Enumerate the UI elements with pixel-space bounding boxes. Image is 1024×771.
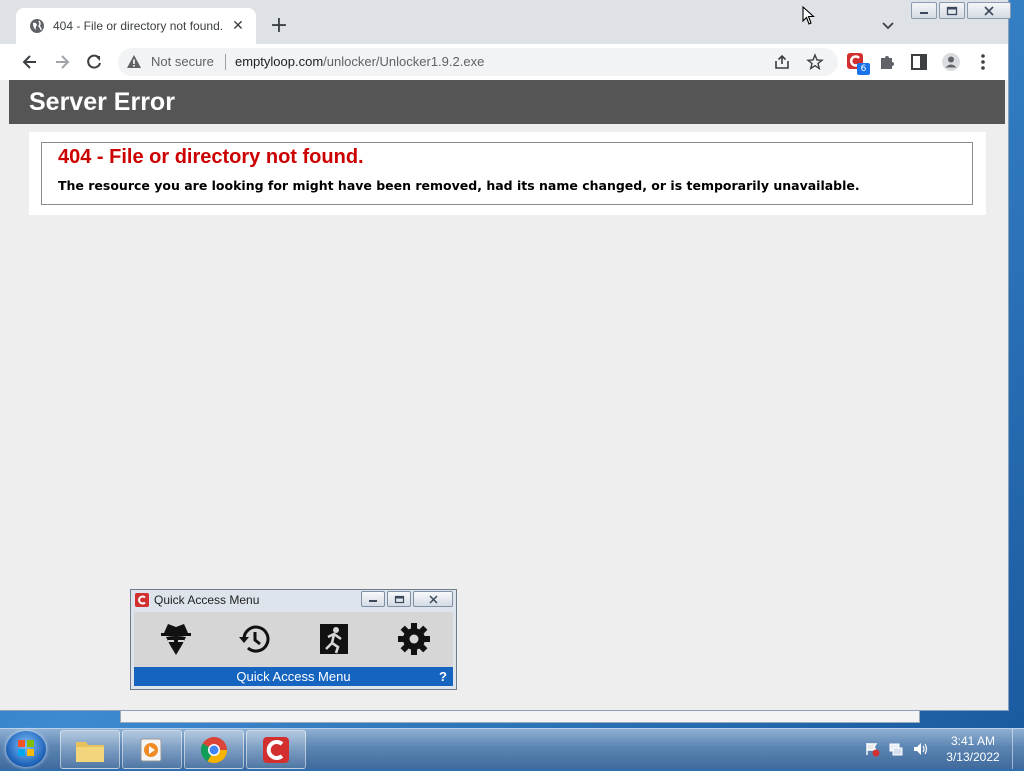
quick-access-title: Quick Access Menu bbox=[154, 593, 260, 607]
quick-access-toolbar bbox=[134, 612, 453, 667]
url-host: emptyloop.com bbox=[235, 54, 324, 69]
tab-close-icon[interactable]: ✕ bbox=[230, 18, 246, 34]
extension-count-badge: 6 bbox=[857, 63, 870, 75]
incognito-icon[interactable] bbox=[156, 621, 196, 657]
restore-icon bbox=[394, 595, 404, 603]
quick-access-footer: Quick Access Menu ? bbox=[134, 667, 453, 686]
forward-button[interactable] bbox=[50, 50, 74, 74]
help-button[interactable]: ? bbox=[439, 667, 447, 686]
address-bar[interactable]: Not secure emptyloop.com/unlocker/Unlock… bbox=[118, 48, 838, 76]
mouse-cursor-icon bbox=[802, 6, 815, 25]
qam-close-button[interactable] bbox=[413, 591, 453, 607]
clock-time: 3:41 AM bbox=[950, 734, 996, 748]
back-button[interactable] bbox=[18, 50, 42, 74]
minimize-icon bbox=[920, 11, 928, 14]
file-explorer-icon bbox=[76, 741, 104, 762]
divider bbox=[225, 54, 226, 70]
start-button[interactable] bbox=[6, 731, 46, 767]
error-box: 404 - File or directory not found. The r… bbox=[41, 142, 973, 205]
close-icon bbox=[428, 594, 438, 604]
page-title: Server Error bbox=[29, 88, 175, 116]
tab-strip: 404 - File or directory not found. ✕ + bbox=[0, 0, 1011, 44]
action-center-icon[interactable] bbox=[864, 741, 880, 757]
ccleaner-logo-icon bbox=[135, 593, 149, 607]
header-bar: Server Error bbox=[9, 80, 1005, 124]
settings-icon[interactable] bbox=[394, 621, 434, 657]
profile-avatar-icon[interactable] bbox=[941, 52, 961, 72]
close-icon bbox=[984, 5, 994, 16]
show-desktop-button[interactable] bbox=[1012, 729, 1024, 769]
error-panel: 404 - File or directory not found. The r… bbox=[29, 132, 986, 215]
url-path: /unlocker/Unlocker1.9.2.exe bbox=[323, 54, 485, 69]
qam-minimize-button[interactable] bbox=[361, 591, 385, 607]
quick-access-controls bbox=[361, 591, 455, 607]
restore-icon bbox=[946, 6, 958, 15]
chrome-icon bbox=[200, 736, 228, 763]
qam-maximize-button[interactable] bbox=[387, 591, 411, 607]
reload-icon bbox=[87, 54, 101, 69]
quick-access-window: Quick Access Menu Quick Access Menu ? bbox=[130, 589, 457, 690]
taskbar-explorer-button[interactable] bbox=[60, 730, 120, 769]
arrow-left-icon bbox=[22, 55, 36, 69]
bookmark-star-icon[interactable] bbox=[806, 53, 824, 71]
ccleaner-icon bbox=[263, 736, 289, 763]
reload-button[interactable] bbox=[82, 50, 106, 74]
network-icon[interactable] bbox=[888, 741, 904, 757]
chevron-down-icon[interactable] bbox=[878, 16, 898, 36]
taskbar-clock[interactable]: 3:41 AM 3/13/2022 bbox=[940, 733, 1006, 765]
maximize-button[interactable] bbox=[939, 2, 965, 19]
arrow-right-icon bbox=[56, 55, 70, 69]
quick-access-footer-label: Quick Access Menu bbox=[236, 669, 351, 684]
quick-access-titlebar[interactable]: Quick Access Menu bbox=[135, 593, 259, 607]
error-description: The resource you are looking for might h… bbox=[58, 178, 860, 193]
tab-title: 404 - File or directory not found. bbox=[53, 19, 224, 33]
security-label[interactable]: Not secure bbox=[151, 54, 214, 69]
warning-icon bbox=[127, 55, 141, 68]
minimize-icon bbox=[369, 600, 377, 602]
side-panel-icon[interactable] bbox=[909, 52, 929, 72]
new-tab-button[interactable]: + bbox=[266, 14, 292, 40]
volume-icon[interactable] bbox=[912, 741, 928, 757]
taskbar-ccleaner-button[interactable] bbox=[246, 730, 306, 769]
share-icon[interactable] bbox=[773, 53, 791, 71]
taskbar-media-button[interactable] bbox=[122, 730, 182, 769]
clock-date: 3/13/2022 bbox=[946, 750, 1000, 764]
close-button[interactable] bbox=[967, 2, 1011, 19]
error-title: 404 - File or directory not found. bbox=[58, 146, 364, 168]
taskbar-chrome-button[interactable] bbox=[184, 730, 244, 769]
taskbar: 3:41 AM 3/13/2022 bbox=[0, 728, 1024, 769]
windows-logo-icon bbox=[18, 740, 34, 756]
globe-icon bbox=[30, 19, 44, 33]
system-tray bbox=[864, 741, 936, 757]
minimize-button[interactable] bbox=[911, 2, 937, 19]
media-player-icon bbox=[140, 738, 162, 761]
history-icon[interactable] bbox=[235, 621, 275, 657]
exit-icon[interactable] bbox=[314, 621, 354, 657]
puzzle-extensions-icon[interactable] bbox=[877, 52, 897, 72]
url-text[interactable]: emptyloop.com/unlocker/Unlocker1.9.2.exe bbox=[235, 54, 484, 69]
more-menu-icon[interactable] bbox=[973, 52, 993, 72]
browser-tab[interactable]: 404 - File or directory not found. ✕ bbox=[16, 8, 256, 44]
window-controls bbox=[911, 2, 1013, 20]
